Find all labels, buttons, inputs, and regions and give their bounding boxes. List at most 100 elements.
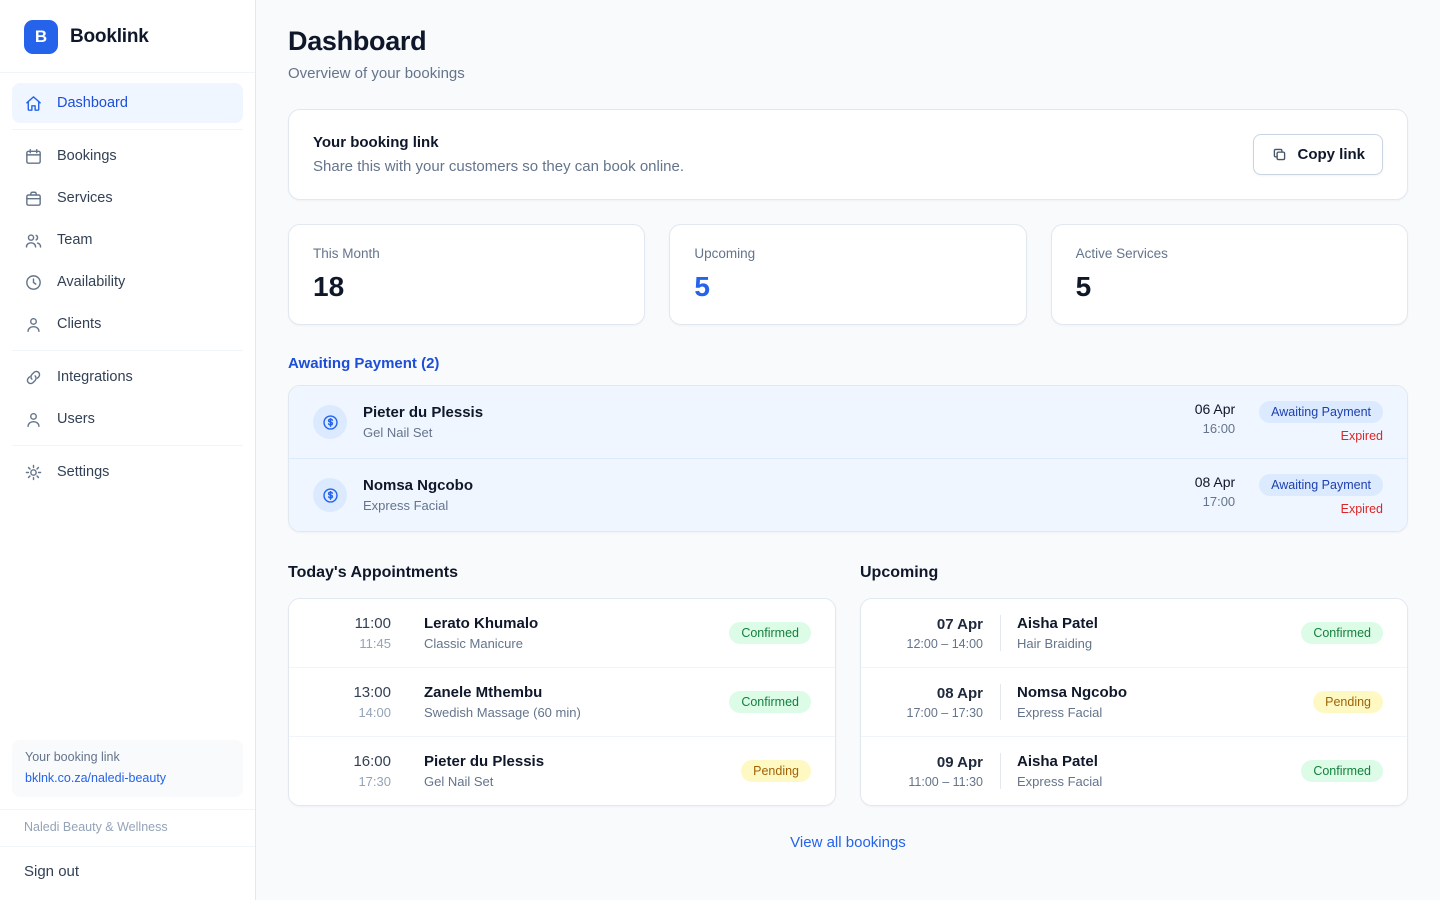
appointment-date: 06 Apr xyxy=(1195,401,1235,417)
sidebar-item-bookings[interactable]: Bookings xyxy=(12,136,243,176)
client-name: Pieter du Plessis xyxy=(424,753,544,770)
sidebar: B Booklink Dashboard Bookings xyxy=(0,0,256,900)
sidebar-item-label: Team xyxy=(57,232,92,248)
date-block: 08 Apr 17:00 xyxy=(1195,474,1235,509)
start-time: 11:00 xyxy=(313,615,391,632)
appointment-row[interactable]: 07 Apr 12:00 – 14:00 Aisha Patel Hair Br… xyxy=(861,599,1407,668)
appointment-row[interactable]: 13:00 14:00 Zanele Mthembu Swedish Massa… xyxy=(289,668,835,737)
client-name: Aisha Patel xyxy=(1017,753,1102,770)
stats-row: This Month 18 Upcoming 5 Active Services… xyxy=(288,224,1408,325)
status-badge: Awaiting Payment xyxy=(1259,474,1383,496)
service-name: Hair Braiding xyxy=(1017,636,1098,651)
section-heading-today: Today's Appointments xyxy=(288,564,836,582)
brand[interactable]: B Booklink xyxy=(0,0,255,72)
appointment-row[interactable]: 08 Apr 17:00 – 17:30 Nomsa Ngcobo Expres… xyxy=(861,668,1407,737)
appointment-row[interactable]: 11:00 11:45 Lerato Khumalo Classic Manic… xyxy=(289,599,835,668)
brand-logo-icon: B xyxy=(24,20,58,54)
date-block: 09 Apr 11:00 – 11:30 xyxy=(885,754,983,789)
sidebar-item-label: Users xyxy=(57,411,95,427)
status-badge: Confirmed xyxy=(1301,760,1383,782)
time-block: 13:00 14:00 xyxy=(313,684,391,720)
stat-card-active-services: Active Services 5 xyxy=(1051,224,1408,325)
gear-icon xyxy=(24,462,44,482)
sign-out-button[interactable]: Sign out xyxy=(0,846,255,900)
status-badge: Confirmed xyxy=(729,691,811,713)
awaiting-payment-card: Pieter du Plessis Gel Nail Set 06 Apr 16… xyxy=(288,385,1408,532)
copy-icon xyxy=(1271,146,1288,163)
stat-value: 18 xyxy=(313,271,620,303)
stat-value: 5 xyxy=(694,271,1001,303)
client-name: Aisha Patel xyxy=(1017,615,1098,632)
sidebar-item-label: Integrations xyxy=(57,369,133,385)
badge-block: Awaiting Payment Expired xyxy=(1259,474,1383,516)
stat-card-this-month: This Month 18 xyxy=(288,224,645,325)
appointment-date: 07 Apr xyxy=(885,616,983,633)
section-heading-upcoming: Upcoming xyxy=(860,564,1408,582)
date-block: 07 Apr 12:00 – 14:00 xyxy=(885,616,983,651)
appointment-row[interactable]: 09 Apr 11:00 – 11:30 Aisha Patel Express… xyxy=(861,737,1407,805)
appointment-date: 08 Apr xyxy=(1195,474,1235,490)
expired-label: Expired xyxy=(1341,502,1383,516)
appointment-time: 17:00 xyxy=(1195,494,1235,509)
sidebar-item-label: Availability xyxy=(57,274,125,290)
row-meta: 08 Apr 17:00 Awaiting Payment Expired xyxy=(1195,474,1383,516)
service-name: Gel Nail Set xyxy=(363,425,483,440)
client-name: Lerato Khumalo xyxy=(424,615,538,632)
sidebar-item-users[interactable]: Users xyxy=(12,399,243,439)
sidebar-item-clients[interactable]: Clients xyxy=(12,304,243,344)
expired-label: Expired xyxy=(1341,429,1383,443)
app-root: B Booklink Dashboard Bookings xyxy=(0,0,1440,900)
appointment-time: 16:00 xyxy=(1195,421,1235,436)
copy-link-label: Copy link xyxy=(1297,146,1365,163)
status-badge: Confirmed xyxy=(1301,622,1383,644)
brand-name: Booklink xyxy=(70,26,149,48)
todays-appointments-card: 11:00 11:45 Lerato Khumalo Classic Manic… xyxy=(288,598,836,806)
appointment-row[interactable]: 16:00 17:30 Pieter du Plessis Gel Nail S… xyxy=(289,737,835,805)
client-block: Pieter du Plessis Gel Nail Set xyxy=(363,404,483,440)
sidebar-item-label: Services xyxy=(57,190,113,206)
client-block: Aisha Patel Express Facial xyxy=(1000,753,1102,789)
divider xyxy=(12,129,243,130)
booking-link-card-text: Your booking link Share this with your c… xyxy=(313,134,684,175)
time-range: 17:00 – 17:30 xyxy=(885,706,983,720)
upcoming-section: Upcoming 07 Apr 12:00 – 14:00 Aisha Pate… xyxy=(860,564,1408,806)
client-block: Nomsa Ngcobo Express Facial xyxy=(363,477,473,513)
client-block: Nomsa Ngcobo Express Facial xyxy=(1000,684,1127,720)
end-time: 11:45 xyxy=(313,636,391,651)
sidebar-item-label: Bookings xyxy=(57,148,117,164)
sidebar-item-integrations[interactable]: Integrations xyxy=(12,357,243,397)
time-block: 11:00 11:45 xyxy=(313,615,391,651)
status-badge: Awaiting Payment xyxy=(1259,401,1383,423)
awaiting-payment-row[interactable]: Nomsa Ngcobo Express Facial 08 Apr 17:00… xyxy=(289,459,1407,531)
lists-row: Today's Appointments 11:00 11:45 Lerato … xyxy=(288,564,1408,806)
service-name: Classic Manicure xyxy=(424,636,538,651)
person-icon xyxy=(24,314,44,334)
copy-link-button[interactable]: Copy link xyxy=(1253,134,1383,175)
calendar-icon xyxy=(24,146,44,166)
time-range: 11:00 – 11:30 xyxy=(885,775,983,789)
sidebar-nav: Dashboard Bookings Services Team xyxy=(0,73,255,502)
client-name: Nomsa Ngcobo xyxy=(1017,684,1127,701)
view-all-bookings-link[interactable]: View all bookings xyxy=(790,834,906,851)
page-title: Dashboard xyxy=(288,26,1408,57)
end-time: 17:30 xyxy=(313,774,391,789)
stat-value: 5 xyxy=(1076,271,1383,303)
booking-link-url[interactable]: bklnk.co.za/naledi-beauty xyxy=(25,771,166,785)
team-icon xyxy=(24,230,44,250)
upcoming-card: 07 Apr 12:00 – 14:00 Aisha Patel Hair Br… xyxy=(860,598,1408,806)
client-name: Nomsa Ngcobo xyxy=(363,477,473,494)
divider xyxy=(12,445,243,446)
service-name: Gel Nail Set xyxy=(424,774,544,789)
sidebar-item-dashboard[interactable]: Dashboard xyxy=(12,83,243,123)
sidebar-item-label: Clients xyxy=(57,316,101,332)
badge-block: Awaiting Payment Expired xyxy=(1259,401,1383,443)
divider xyxy=(12,350,243,351)
awaiting-payment-heading[interactable]: Awaiting Payment (2) xyxy=(288,355,439,372)
sidebar-item-team[interactable]: Team xyxy=(12,220,243,260)
sidebar-item-availability[interactable]: Availability xyxy=(12,262,243,302)
sidebar-item-services[interactable]: Services xyxy=(12,178,243,218)
client-block: Lerato Khumalo Classic Manicure xyxy=(424,615,538,651)
sidebar-item-settings[interactable]: Settings xyxy=(12,452,243,492)
todays-appointments-section: Today's Appointments 11:00 11:45 Lerato … xyxy=(288,564,836,806)
awaiting-payment-row[interactable]: Pieter du Plessis Gel Nail Set 06 Apr 16… xyxy=(289,386,1407,459)
